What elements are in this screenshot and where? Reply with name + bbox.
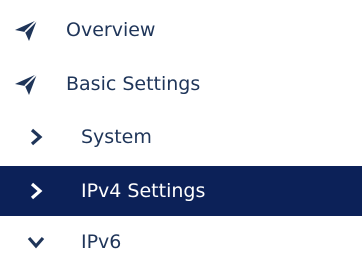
menu-item-label: Overview [66,19,156,41]
menu-item-label: Basic Settings [66,73,201,95]
menu-item-system[interactable]: System [0,113,362,161]
chevron-down-icon [26,232,46,252]
menu-item-basic-settings[interactable]: Basic Settings [0,60,362,108]
menu-item-ipv6[interactable]: IPv6 [0,218,362,259]
settings-navigation-menu: Overview Basic Settings System IPv4 Sett… [0,0,362,259]
chevron-right-icon [26,181,46,201]
menu-item-ipv4-settings[interactable]: IPv4 Settings [0,166,362,216]
menu-item-label: System [81,126,152,148]
paper-plane-icon [12,70,40,98]
menu-item-label: IPv6 [81,231,122,253]
menu-item-overview[interactable]: Overview [0,6,362,54]
paper-plane-icon [12,16,40,44]
menu-item-label: IPv4 Settings [81,180,206,202]
chevron-right-icon [26,127,46,147]
